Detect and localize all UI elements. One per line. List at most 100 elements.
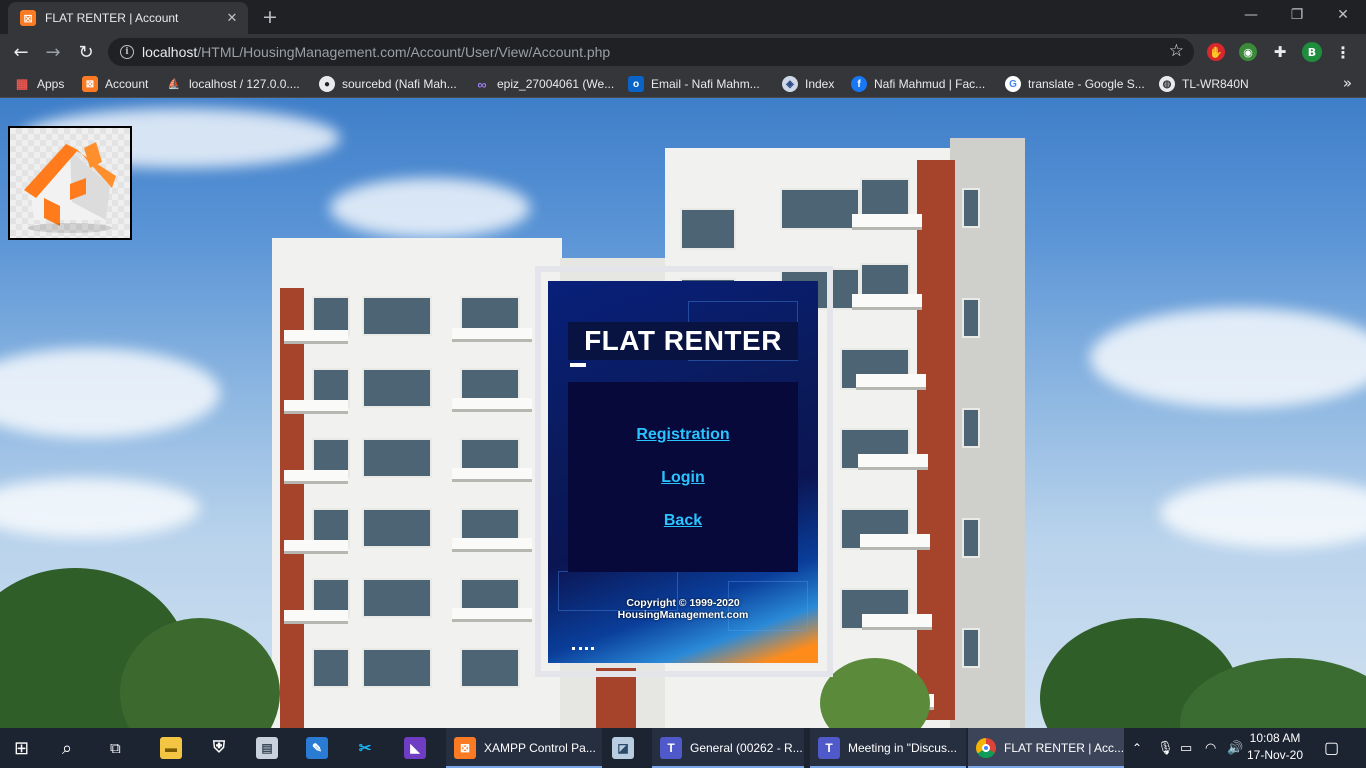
microphone-icon[interactable]: 🎙 (1157, 728, 1174, 768)
browser-toolbar: ← → ↻ i localhost/HTML/HousingManagement… (0, 34, 1366, 70)
minimize-icon[interactable]: — (1228, 0, 1274, 30)
snipping-tool-icon[interactable]: ✂ (354, 737, 376, 759)
taskbar-app-xampp[interactable]: ⊠ XAMPP Control Pa... (446, 728, 602, 768)
windows-security-icon[interactable]: ⛨ (208, 737, 230, 759)
infinityfree-icon: ∞ (477, 76, 487, 92)
taskbar-app-label: FLAT RENTER | Acc... (1004, 741, 1125, 755)
account-card: FLAT RENTER Registration Login Back Copy… (548, 281, 818, 663)
url-path: /HTML/HousingManagement.com/Account/User… (197, 44, 611, 60)
control-panel-icon[interactable]: ▤ (256, 737, 278, 759)
file-explorer-icon[interactable]: ▬ (160, 737, 182, 759)
taskbar-app-label: Meeting in "Discus... (848, 741, 957, 755)
cloud (1160, 478, 1366, 548)
task-view-icon[interactable]: ⧉ (110, 728, 121, 768)
github-icon: ● (319, 76, 335, 92)
wifi-icon[interactable]: ◠ (1205, 728, 1216, 768)
notifications-icon[interactable]: ▢ (1324, 728, 1339, 768)
visual-studio-icon[interactable]: ◣ (404, 737, 426, 759)
bookmark-label: epiz_27004061 (We... (497, 77, 615, 91)
bookmark-label: Account (105, 77, 149, 91)
bookmark-apps[interactable]: ▦ Apps (14, 75, 65, 93)
adblock-extension-icon[interactable]: ✋ (1207, 43, 1225, 61)
new-tab-button[interactable]: + (258, 6, 282, 28)
globe-icon: ◍ (1159, 76, 1175, 92)
clock-date: 17-Nov-20 (1246, 748, 1304, 762)
back-link[interactable]: Back (568, 512, 798, 530)
bookmark-router[interactable]: ◍ TL-WR840N (1159, 75, 1249, 93)
teams-icon: T (818, 737, 840, 759)
bookmark-label: translate - Google S... (1028, 77, 1145, 91)
bookmarks-bar: ▦ Apps ⊠ Account ⛵ localhost / 127.0.0.... … (0, 70, 1366, 98)
house-icon (24, 142, 116, 233)
windows-taskbar: ⊞ ⌕ ⧉ ▬ ⛨ ▤ ✎ ✂ ◣ ⊠ XAMPP Control Pa... … (0, 728, 1366, 768)
xampp-icon: ⊠ (82, 76, 98, 92)
address-bar[interactable]: i localhost/HTML/HousingManagement.com/A… (108, 38, 1194, 66)
search-icon[interactable]: ⌕ (62, 728, 72, 768)
bookmark-label: Apps (37, 77, 65, 91)
notepad-icon[interactable]: ✎ (306, 737, 328, 759)
system-clock[interactable]: 10:08 AM 17-Nov-20 (1240, 730, 1310, 764)
outlook-icon: o (628, 76, 644, 92)
extension-globe-icon[interactable]: ◉ (1239, 43, 1257, 61)
close-icon[interactable]: ✕ (222, 8, 242, 28)
google-icon: G (1005, 76, 1021, 92)
info-icon[interactable]: i (120, 45, 134, 59)
bookmark-label: TL-WR840N (1182, 77, 1249, 91)
account-menu: Registration Login Back (568, 382, 798, 572)
teams-icon: T (660, 737, 682, 759)
shield-globe-icon: ◈ (782, 76, 798, 92)
cloud (0, 478, 200, 538)
bookmark-epiz[interactable]: ∞ epiz_27004061 (We... (474, 75, 614, 93)
copyright: Copyright © 1999-2020 HousingManagement.… (548, 597, 818, 621)
bookmark-translate[interactable]: Gtranslate - Google S... (1005, 75, 1145, 93)
copyright-line2: HousingManagement.com (617, 609, 749, 621)
chevron-up-icon[interactable]: ⌃ (1132, 728, 1142, 768)
bookmark-facebook[interactable]: f Nafi Mahmud | Fac... (851, 75, 985, 93)
browser-tab-active[interactable]: ⊠ FLAT RENTER | Account ✕ (8, 2, 248, 34)
reload-icon[interactable]: ↻ (73, 39, 99, 65)
menu-kebab-icon[interactable]: ⋮ (1334, 43, 1352, 62)
login-link[interactable]: Login (568, 469, 798, 487)
taskbar-app-teams-general[interactable]: T General (00262 - R... (652, 728, 804, 768)
forward-arrow-icon[interactable]: → (40, 39, 66, 65)
decorative-dots (572, 647, 594, 650)
browser-tab-strip: ⊠ FLAT RENTER | Account ✕ + — ❐ ✕ (0, 0, 1366, 34)
facebook-icon: f (851, 76, 867, 92)
site-logo[interactable] (8, 126, 132, 240)
bookmark-account[interactable]: ⊠ Account (82, 75, 148, 93)
cloud (1090, 308, 1366, 408)
close-window-icon[interactable]: ✕ (1320, 0, 1366, 30)
chrome-icon (976, 738, 996, 758)
bookmark-localhost[interactable]: ⛵ localhost / 127.0.0.... (166, 75, 300, 93)
chevron-more-icon[interactable]: » (1343, 74, 1352, 92)
back-arrow-icon[interactable]: ← (8, 39, 34, 65)
xampp-icon: ⊠ (454, 737, 476, 759)
card-title-bar: FLAT RENTER (568, 322, 798, 360)
url-host: localhost (142, 44, 198, 60)
bookmark-star-icon[interactable]: ☆ (1169, 41, 1184, 61)
bookmark-email[interactable]: o Email - Nafi Mahm... (628, 75, 760, 93)
puzzle-extensions-icon[interactable]: ✚ (1271, 43, 1289, 61)
apps-grid-icon: ▦ (15, 76, 29, 91)
battery-icon[interactable]: ▭ (1180, 728, 1192, 768)
xampp-icon: ⊠ (20, 10, 36, 26)
taskbar-app-teams-meeting[interactable]: T Meeting in "Discus... (810, 728, 966, 768)
taskbar-app-chrome[interactable]: FLAT RENTER | Acc... (968, 728, 1124, 768)
restore-icon[interactable]: ❐ (1274, 0, 1320, 30)
cloud (330, 178, 530, 238)
tab-title: FLAT RENTER | Account (45, 11, 179, 25)
bookmark-label: Email - Nafi Mahm... (651, 77, 760, 91)
bookmark-sourcebd[interactable]: ● sourcebd (Nafi Mah... (319, 75, 457, 93)
registration-link[interactable]: Registration (568, 426, 798, 444)
bookmark-index[interactable]: ◈ Index (782, 75, 834, 93)
card-title: FLAT RENTER (584, 325, 782, 356)
phpmyadmin-icon: ⛵ (167, 78, 181, 90)
taskbar-app-label: XAMPP Control Pa... (484, 741, 596, 755)
sticky-notes-icon[interactable]: ◪ (612, 737, 634, 759)
windows-start-icon[interactable]: ⊞ (14, 728, 29, 768)
profile-avatar[interactable]: B (1302, 42, 1322, 62)
clock-time: 10:08 AM (1249, 731, 1301, 745)
decorative-dash (570, 363, 586, 367)
cloud (0, 348, 220, 438)
url-text[interactable]: localhost/HTML/HousingManagement.com/Acc… (142, 44, 610, 60)
